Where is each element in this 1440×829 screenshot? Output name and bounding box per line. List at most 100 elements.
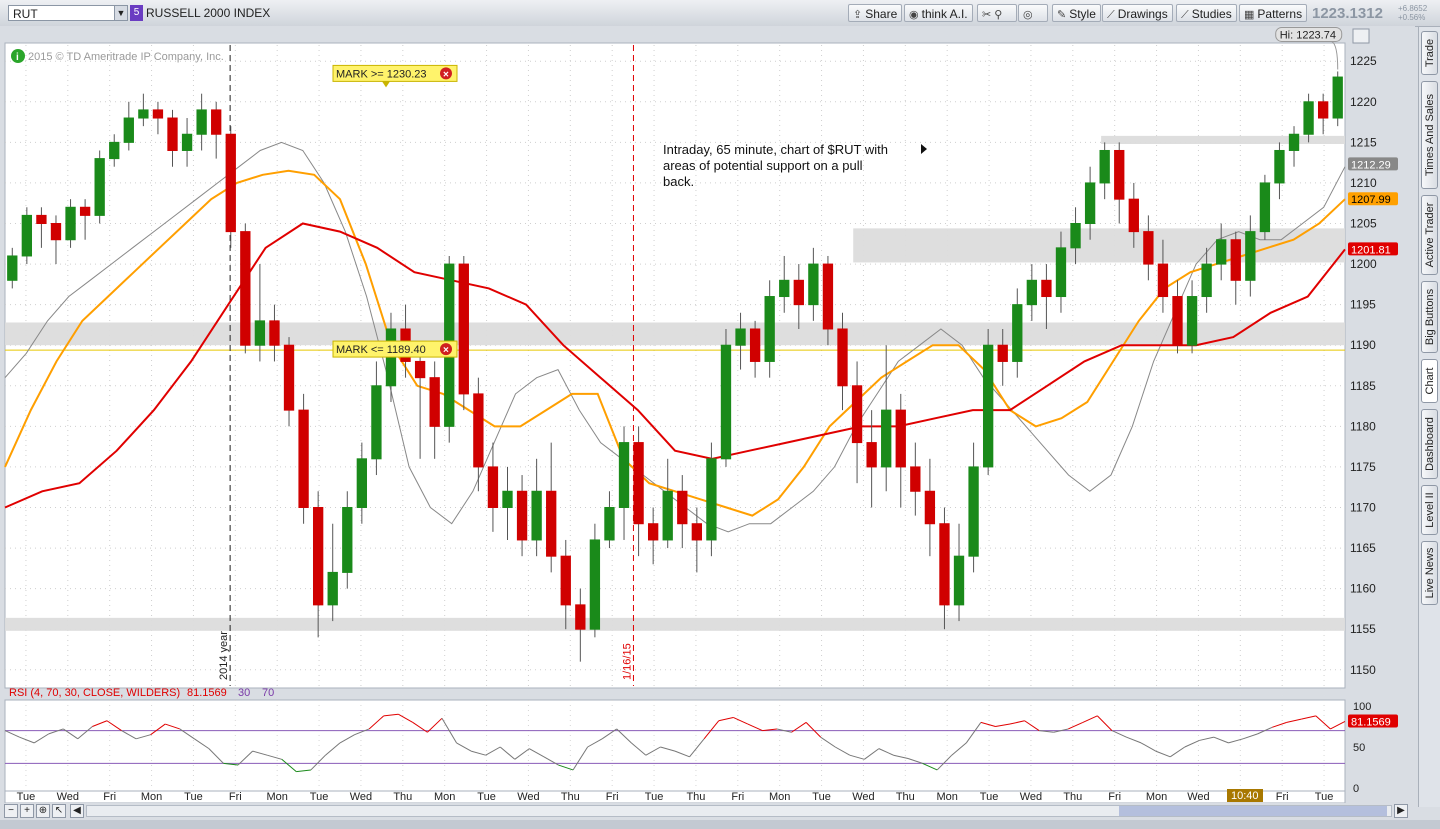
x-tick-label: Thu bbox=[896, 791, 915, 803]
y-tick-label: 1185 bbox=[1350, 379, 1376, 393]
chart-area[interactable]: 2014 year 1/16/15 1150 1155 1160 1165 1170 1175… bbox=[0, 26, 1415, 829]
think-ai-button[interactable]: ◉ think A.I. bbox=[904, 4, 973, 22]
x-tick-label: Mon bbox=[266, 791, 287, 803]
candle-body bbox=[1012, 304, 1023, 362]
x-tick-label: Fri bbox=[103, 791, 116, 803]
studies-icon: ⟋ bbox=[1181, 9, 1189, 21]
zoom-out-icon[interactable]: − bbox=[4, 804, 18, 818]
candle-body bbox=[706, 458, 717, 541]
y-tick-label: 1175 bbox=[1350, 460, 1376, 474]
candle-body bbox=[647, 523, 659, 541]
rsi-value-box-text: 81.1569 bbox=[1351, 716, 1391, 728]
ticker-button[interactable]: ◎ bbox=[1018, 4, 1048, 22]
time-scrollbar[interactable] bbox=[86, 805, 1392, 817]
x-tick-label: Tue bbox=[980, 791, 999, 803]
candle-body bbox=[1332, 76, 1343, 119]
y-tick-label: 1210 bbox=[1350, 176, 1377, 190]
candle-body bbox=[1128, 198, 1139, 233]
y-tick-label: 1225 bbox=[1350, 54, 1377, 68]
side-tab-level-ii[interactable]: Level II bbox=[1421, 485, 1438, 535]
candle-body bbox=[982, 344, 994, 468]
share-button[interactable]: ⇪ Share bbox=[848, 4, 903, 22]
scroll-right-icon[interactable]: ▶ bbox=[1394, 804, 1408, 818]
x-tick-label: Wed bbox=[57, 791, 79, 803]
candle-body bbox=[1099, 149, 1110, 184]
price-change: +6.8652 +0.56% bbox=[1398, 4, 1427, 22]
candle-body bbox=[1230, 239, 1241, 281]
chart-settings-icon bbox=[1352, 28, 1370, 44]
side-tab-live-news[interactable]: Live News bbox=[1421, 541, 1438, 605]
link-icon: ✂ ⚲ bbox=[982, 9, 1003, 21]
x-tick-label: Tue bbox=[645, 791, 664, 803]
annotation-line: back. bbox=[663, 174, 694, 189]
alert-flag[interactable]: MARK <= 1189.40 × bbox=[332, 340, 458, 358]
share-icon: ⇪ bbox=[853, 9, 863, 21]
side-tab-label: Level II bbox=[1423, 492, 1436, 528]
scroll-left-icon[interactable]: ◀ bbox=[70, 804, 84, 818]
candle-body bbox=[866, 442, 877, 468]
side-tab-times-and-sales[interactable]: Times And Sales bbox=[1421, 81, 1438, 189]
studies-button[interactable]: ⟋ Studies bbox=[1176, 4, 1237, 22]
bottom-scroll-bar: − + ⊕ ↖ ◀ ▶ bbox=[0, 803, 1415, 820]
candle-body bbox=[21, 214, 33, 257]
y-tick-label: 1180 bbox=[1350, 419, 1376, 433]
candle-body bbox=[662, 490, 673, 541]
support-zone bbox=[5, 617, 1345, 631]
time-axis-bg bbox=[4, 790, 1346, 804]
candle-body bbox=[138, 109, 149, 119]
candle-body bbox=[181, 133, 193, 151]
price-change-pct: +0.56% bbox=[1398, 13, 1426, 22]
candle-body bbox=[298, 409, 309, 508]
x-tick-label: Wed bbox=[1020, 791, 1042, 803]
side-tab-big-buttons[interactable]: Big Buttons bbox=[1421, 281, 1438, 353]
side-tab-chart[interactable]: Chart bbox=[1421, 359, 1438, 403]
rsi-level-low: 30 bbox=[238, 687, 250, 699]
alert-flag-text: MARK <= 1189.40 bbox=[336, 344, 426, 356]
patterns-button[interactable]: ▦ Patterns bbox=[1239, 4, 1308, 22]
price-label-text: 1207.99 bbox=[1351, 194, 1391, 206]
candle-body bbox=[677, 490, 688, 525]
side-tab-dashboard[interactable]: Dashboard bbox=[1421, 409, 1438, 479]
scroll-thumb[interactable] bbox=[1119, 806, 1387, 816]
zoom-in-icon[interactable]: + bbox=[20, 804, 34, 818]
candle-body bbox=[487, 466, 499, 508]
candle-body bbox=[327, 571, 338, 606]
candle-body bbox=[414, 360, 426, 379]
side-tab-label: Active Trader bbox=[1423, 202, 1436, 268]
candle-body bbox=[342, 506, 353, 573]
side-tab-label: Dashboard bbox=[1423, 417, 1436, 471]
rsi-value: 81.1569 bbox=[187, 687, 227, 699]
ticker-icon: ◎ bbox=[1023, 9, 1033, 21]
drawings-button[interactable]: ⟋ Drawings bbox=[1102, 4, 1173, 22]
symbol-link-badge[interactable]: 5 bbox=[130, 5, 143, 21]
candle-body bbox=[1055, 247, 1067, 298]
candle-body bbox=[633, 442, 644, 525]
zoom-box-icon[interactable]: ⊕ bbox=[36, 804, 50, 818]
link-button[interactable]: ✂ ⚲ bbox=[977, 4, 1017, 22]
x-tick-label: Fri bbox=[1108, 791, 1121, 803]
price-chart-svg[interactable]: 2014 year 1/16/15 1150 1155 1160 1165 1170 1175… bbox=[0, 26, 1415, 804]
candle-body bbox=[618, 442, 630, 508]
side-tab-label: Trade bbox=[1423, 38, 1436, 68]
candle-body bbox=[822, 263, 834, 330]
symbol-dropdown-chevron-icon[interactable]: ▼ bbox=[114, 5, 128, 21]
x-tick-label: Mon bbox=[141, 791, 162, 803]
candle-body bbox=[269, 320, 280, 346]
style-button[interactable]: ✎ Style bbox=[1052, 4, 1101, 22]
side-tab-trade[interactable]: Trade bbox=[1421, 31, 1438, 75]
y-tick-label: 1165 bbox=[1350, 541, 1376, 555]
candle-body bbox=[65, 206, 76, 241]
candle-body bbox=[356, 458, 368, 508]
y-tick-label: 1220 bbox=[1350, 95, 1377, 109]
side-tabs: Trade Times And Sales Active Trader Big But… bbox=[1418, 27, 1440, 807]
rsi-tick-label: 0 bbox=[1353, 783, 1359, 795]
side-tab-label: Times And Sales bbox=[1423, 93, 1436, 177]
pointer-icon[interactable]: ↖ bbox=[52, 804, 66, 818]
side-tab-active-trader[interactable]: Active Trader bbox=[1421, 195, 1438, 275]
y-tick-label: 1150 bbox=[1350, 663, 1376, 677]
symbol-input[interactable]: RUT bbox=[8, 5, 118, 21]
y-tick-label: 1155 bbox=[1350, 622, 1376, 636]
candle-body bbox=[735, 328, 746, 346]
candle-body bbox=[1143, 231, 1154, 265]
y-tick-label: 1215 bbox=[1350, 135, 1377, 149]
